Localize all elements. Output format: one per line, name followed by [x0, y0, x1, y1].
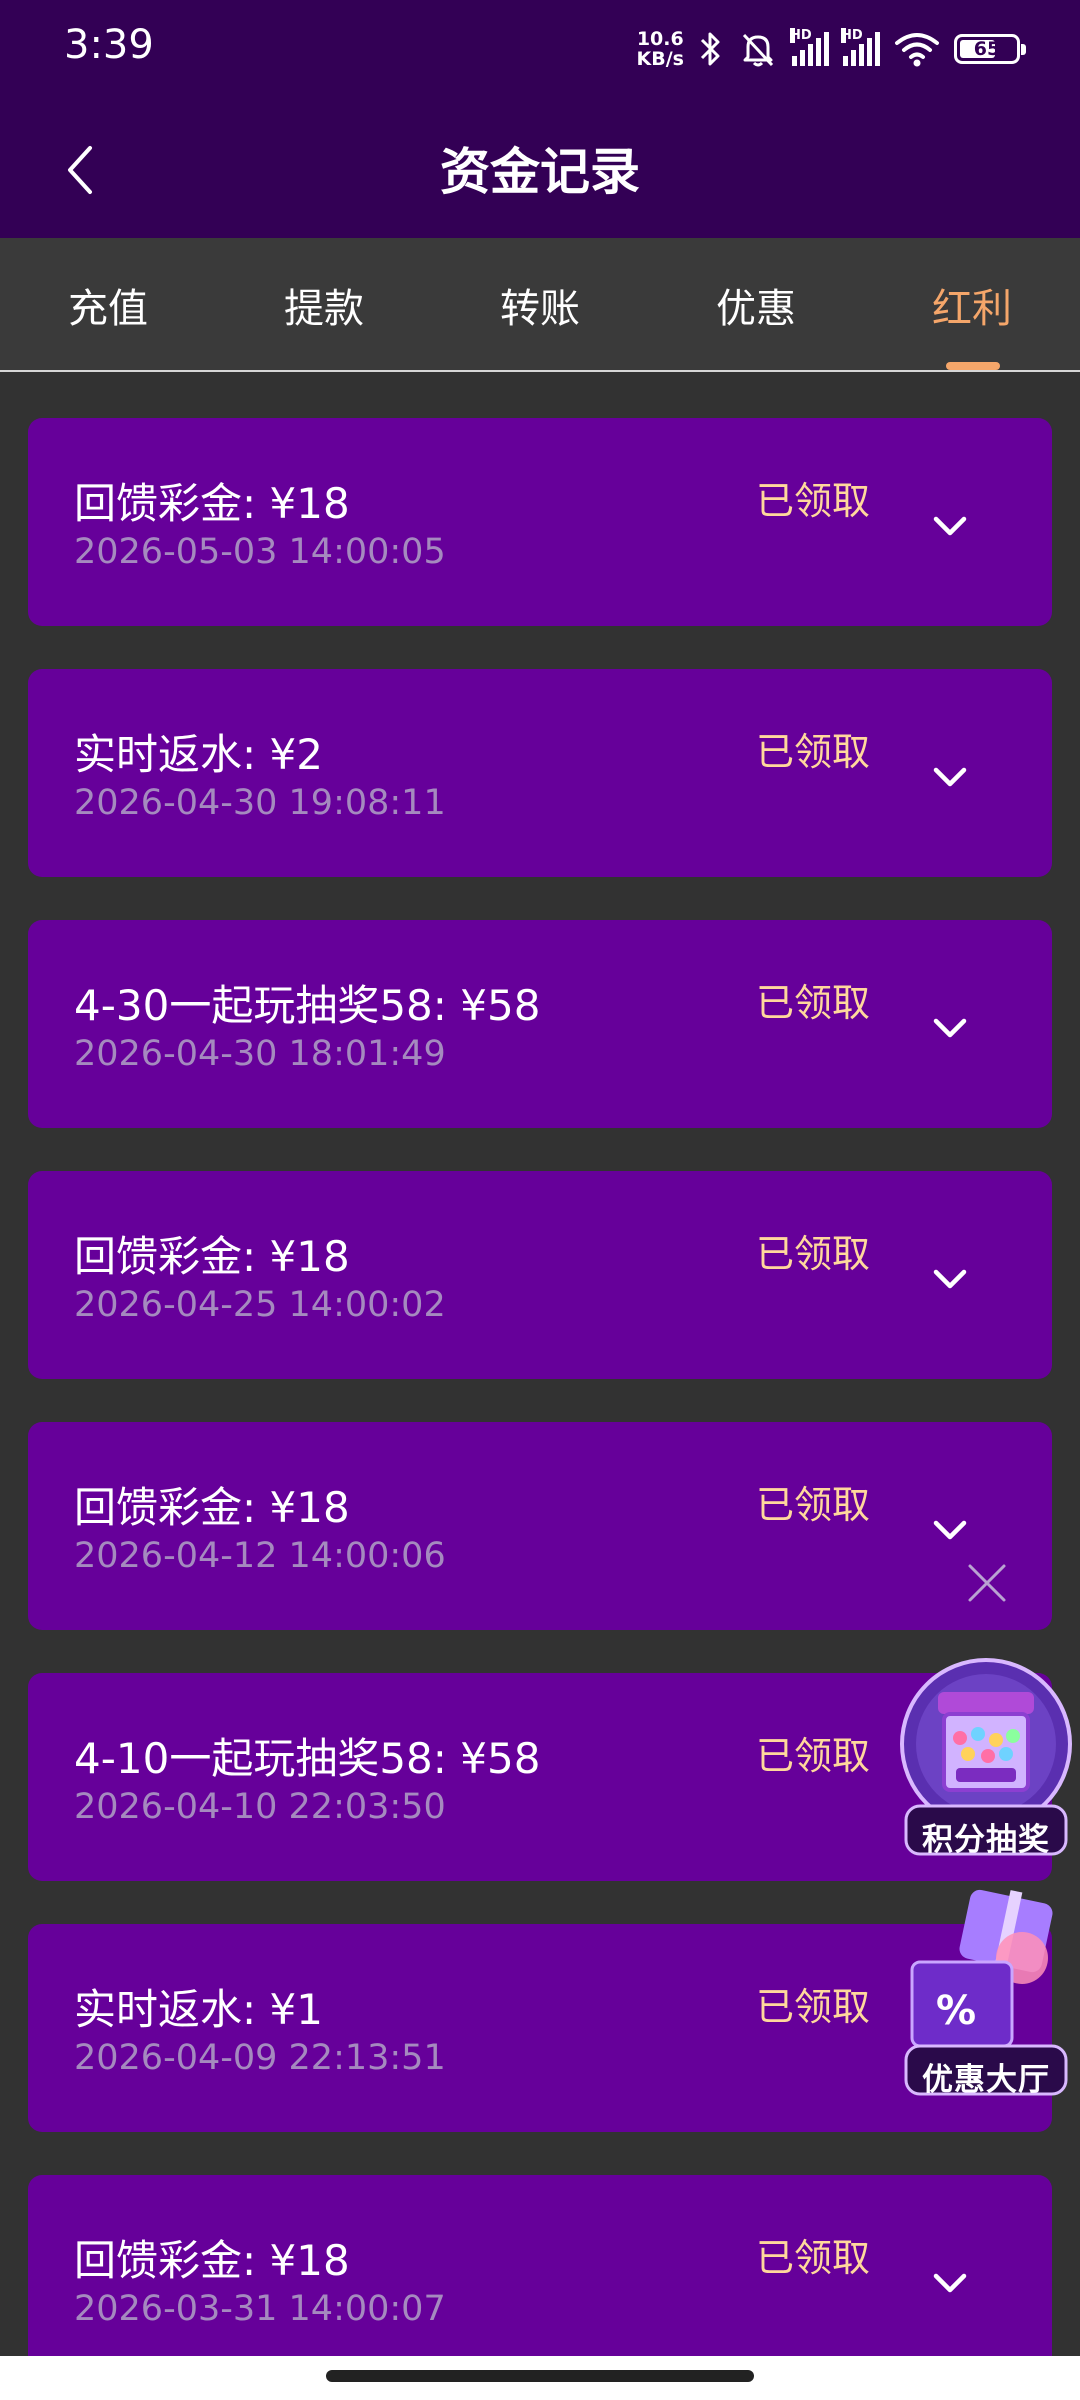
wifi-icon — [895, 33, 939, 67]
network-speed-unit: KB/s — [636, 48, 684, 70]
expand-button[interactable] — [926, 753, 974, 801]
record-status: 已领取 — [756, 1985, 871, 2029]
record-time: 2026-04-30 18:01:49 — [74, 1034, 446, 1074]
record-time: 2026-04-10 22:03:50 — [74, 1787, 446, 1827]
record-status: 已领取 — [756, 1734, 871, 1778]
cell-signal-2-icon: HD — [841, 28, 880, 66]
record-title: 实时返水: ¥2 — [74, 730, 323, 779]
network-speed: 10.6 KB/s — [637, 29, 684, 69]
record-status: 已领取 — [756, 981, 871, 1025]
chevron-down-icon — [933, 1520, 967, 1540]
record-title: 4-30一起玩抽奖58: ¥58 — [74, 981, 541, 1030]
record-time: 2026-04-25 14:00:02 — [74, 1285, 446, 1325]
expand-button[interactable] — [926, 502, 974, 550]
battery-level: 65 — [973, 38, 1001, 60]
tab-promotions[interactable]: 优惠 — [666, 276, 846, 334]
tab-bonus[interactable]: 红利 — [882, 276, 1062, 334]
points-lottery-label: 积分抽奖 — [922, 1822, 1050, 1858]
record-status: 已领取 — [756, 730, 871, 774]
navigation-bar — [0, 2356, 1080, 2400]
record-title: 4-10一起玩抽奖58: ¥58 — [74, 1734, 541, 1783]
status-time: 3:39 — [64, 22, 154, 68]
tab-transfer[interactable]: 转账 — [450, 276, 630, 334]
page-title: 资金记录 — [440, 143, 640, 201]
bell-muted-icon — [742, 33, 774, 67]
network-speed-value: 10.6 — [636, 28, 684, 50]
close-floating-button[interactable] — [964, 1560, 1010, 1606]
active-tab-indicator — [946, 362, 1000, 370]
tab-withdraw[interactable]: 提款 — [234, 276, 414, 334]
expand-button[interactable] — [926, 1506, 974, 1554]
status-icons: 10.6 KB/s HD HD 65 — [637, 24, 1026, 74]
chevron-down-icon — [933, 1018, 967, 1038]
record-time: 2026-05-03 14:00:05 — [74, 532, 446, 572]
record-time: 2026-04-09 22:13:51 — [74, 2038, 446, 2078]
record-time: 2026-04-12 14:00:06 — [74, 1536, 446, 1576]
hd-label: HD — [841, 28, 863, 43]
list-item[interactable]: 回馈彩金: ¥18 2026-04-25 14:00:02 已领取 — [28, 1171, 1052, 1379]
record-time: 2026-03-31 14:00:07 — [74, 2289, 446, 2329]
record-title: 回馈彩金: ¥18 — [74, 1483, 350, 1532]
tab-bar: 充值 提款 转账 优惠 红利 — [0, 238, 1080, 372]
home-indicator[interactable] — [326, 2370, 754, 2382]
chevron-down-icon — [933, 2273, 967, 2293]
close-icon — [968, 1564, 1006, 1602]
tab-recharge[interactable]: 充值 — [18, 276, 198, 334]
record-status: 已领取 — [756, 479, 871, 523]
expand-button[interactable] — [926, 2259, 974, 2307]
offers-hall-widget[interactable]: % 优惠大厅 — [898, 1888, 1074, 2098]
offers-hall-label: 优惠大厅 — [922, 2062, 1050, 2098]
record-title: 回馈彩金: ¥18 — [74, 1232, 350, 1281]
expand-button[interactable] — [926, 1004, 974, 1052]
record-title: 实时返水: ¥1 — [74, 1985, 323, 2034]
list-item[interactable]: 4-30一起玩抽奖58: ¥58 2026-04-30 18:01:49 已领取 — [28, 920, 1052, 1128]
points-lottery-widget[interactable]: 积分抽奖 — [898, 1648, 1074, 1858]
chevron-down-icon — [933, 1269, 967, 1289]
app-screen: 3:39 10.6 KB/s HD HD 65 资金记录 充值 提款 转账 优惠… — [0, 0, 1080, 2400]
record-status: 已领取 — [756, 1232, 871, 1276]
list-item[interactable]: 回馈彩金: ¥18 2026-05-03 14:00:05 已领取 — [28, 418, 1052, 626]
record-title: 回馈彩金: ¥18 — [74, 2236, 350, 2285]
svg-text:%: % — [936, 1988, 976, 2034]
record-status: 已领取 — [756, 2236, 871, 2280]
bluetooth-icon — [700, 32, 720, 66]
record-time: 2026-04-30 19:08:11 — [74, 783, 446, 823]
chevron-down-icon — [933, 516, 967, 536]
expand-button[interactable] — [926, 1255, 974, 1303]
chevron-down-icon — [933, 767, 967, 787]
record-status: 已领取 — [756, 1483, 871, 1527]
cell-signal-1-icon: HD — [790, 28, 829, 66]
list-item[interactable]: 回馈彩金: ¥18 2026-03-31 14:00:07 已领取 — [28, 2175, 1052, 2356]
list-item[interactable]: 回馈彩金: ¥18 2026-04-12 14:00:06 已领取 — [28, 1422, 1052, 1630]
hd-label: HD — [790, 28, 812, 43]
record-title: 回馈彩金: ¥18 — [74, 479, 350, 528]
battery-icon: 65 — [954, 34, 1026, 64]
list-item[interactable]: 实时返水: ¥2 2026-04-30 19:08:11 已领取 — [28, 669, 1052, 877]
header-bar: 3:39 10.6 KB/s HD HD 65 资金记录 — [0, 0, 1080, 238]
